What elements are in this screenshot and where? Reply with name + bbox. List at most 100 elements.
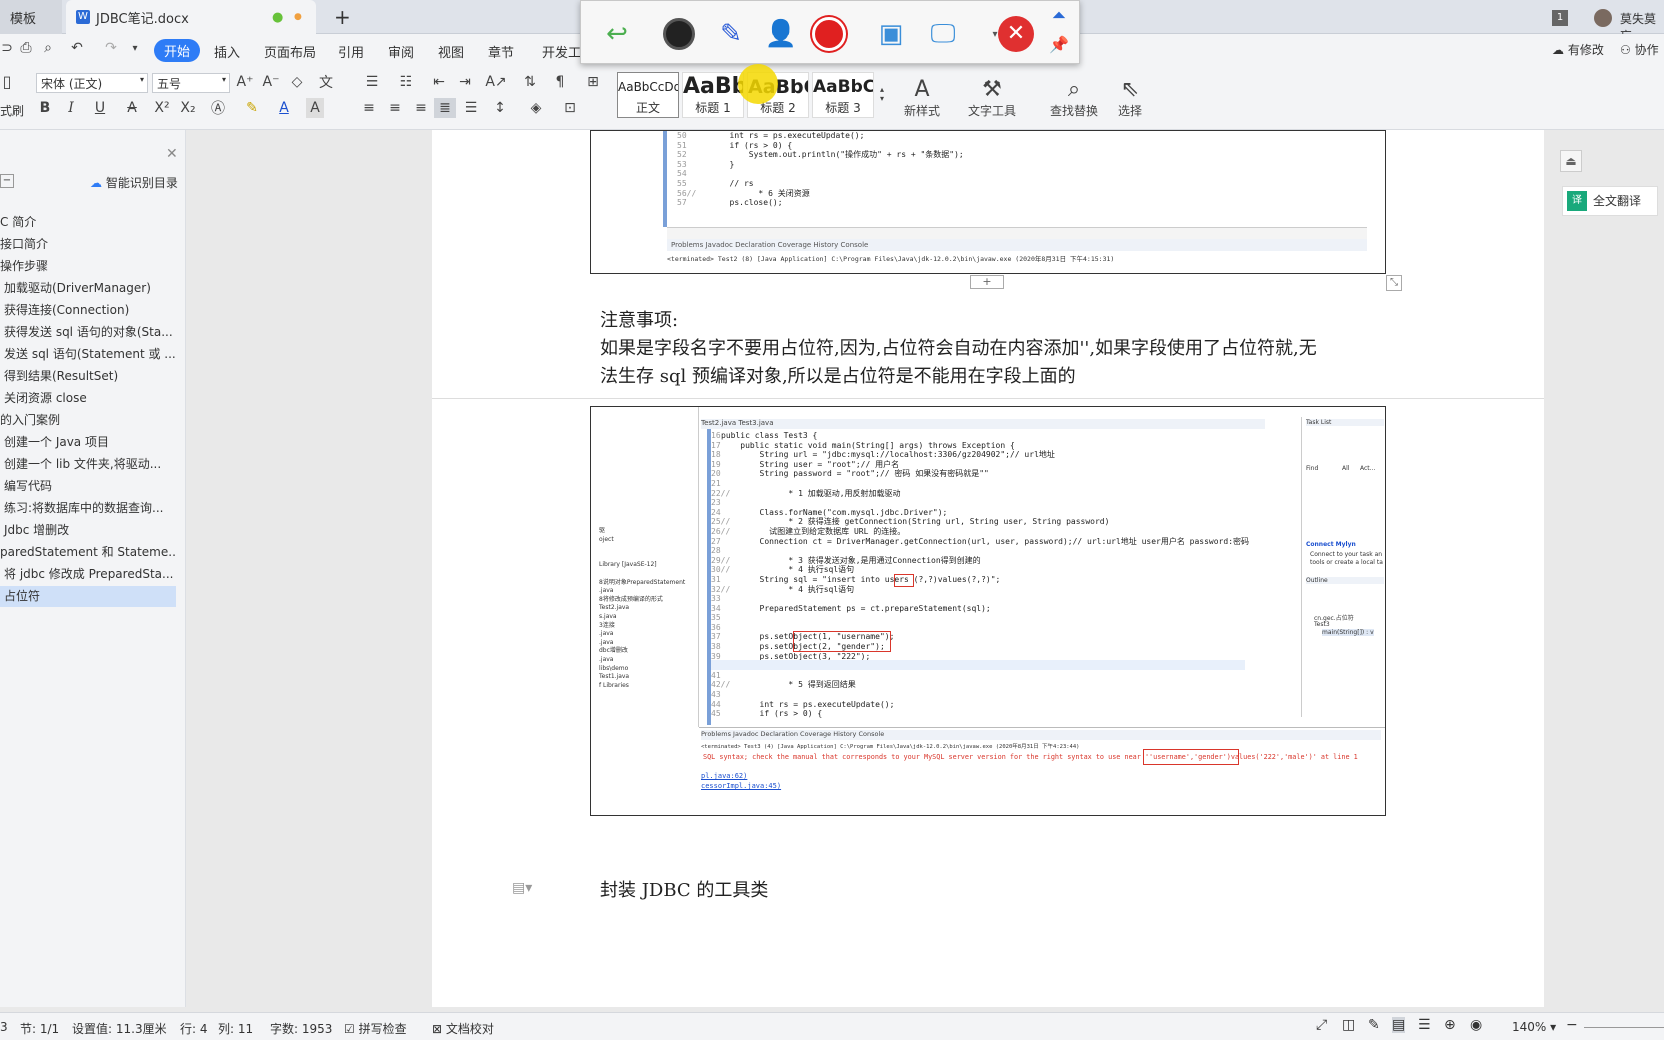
toc-item[interactable]: Jdbc 增删改 [0, 520, 176, 541]
outline-view-icon[interactable]: ☰ [1418, 1017, 1431, 1033]
menu-review[interactable]: 审阅 [388, 42, 414, 61]
borders-icon[interactable]: ⊡ [558, 98, 582, 118]
toc-item[interactable]: 得到结果(ResultSet) [0, 366, 176, 387]
act-label[interactable]: Act... [1360, 465, 1375, 472]
console-link-1[interactable]: pl.java:62) [701, 772, 747, 780]
toc-item[interactable]: 占位符 [0, 586, 176, 607]
zoom-out-icon[interactable]: − [1566, 1017, 1578, 1033]
toc-item[interactable]: 创建一个 Java 项目 [0, 432, 176, 453]
edit-mode-icon[interactable]: ✎ [1368, 1017, 1380, 1033]
bullet-list-icon[interactable]: ☰ [360, 72, 384, 92]
style-normal[interactable]: AaBbCcDd 正文 [617, 72, 679, 118]
outline-item[interactable]: main(String[]) : v [1322, 629, 1374, 636]
underline-icon[interactable]: U [88, 98, 112, 118]
status-setting[interactable]: 设置值: 11.3厘米 [72, 1020, 167, 1037]
zoom-slider[interactable] [1584, 1027, 1664, 1028]
toc-item[interactable]: 编写代码 [0, 476, 176, 497]
toc-item[interactable]: paredStatement 和 Stateme... [0, 542, 176, 563]
menu-page-layout[interactable]: 页面布局 [264, 42, 316, 61]
fullscreen-icon[interactable]: ⤢ [1316, 1017, 1327, 1033]
increase-indent-icon[interactable]: ⇥ [456, 72, 474, 92]
tab-template[interactable]: 模板 [0, 0, 62, 34]
strikethrough-icon[interactable]: A [120, 98, 144, 118]
toc-item[interactable]: 获得连接(Connection) [0, 300, 176, 321]
collab-button[interactable]: ⚇ 协作 [1620, 41, 1659, 58]
console-link-2[interactable]: cessorImpl.java:45) [701, 782, 781, 790]
add-below-icon[interactable]: + [970, 275, 1004, 289]
collapse-panel-icon[interactable]: ⏏ [1560, 150, 1582, 172]
quick-access-chevron-icon[interactable]: ▾ [128, 40, 142, 56]
shrink-font-icon[interactable]: A⁻ [262, 72, 280, 92]
grow-font-icon[interactable]: A⁺ [236, 72, 254, 92]
select-button[interactable]: ⇖ 选择 [1110, 70, 1150, 126]
has-changes-button[interactable]: ☁ 有修改 [1552, 41, 1604, 58]
translate-button[interactable]: 译全文翻译 [1562, 186, 1658, 216]
new-style-button[interactable]: A 新样式 [896, 70, 948, 126]
toc-item[interactable]: 获得发送 sql 语句的对象(Sta... [0, 322, 176, 343]
line-spacing-icon[interactable]: ↕ [488, 98, 512, 118]
menu-view[interactable]: 视图 [438, 42, 464, 61]
subscript-icon[interactable]: X₂ [178, 98, 198, 118]
toc-item[interactable]: 操作步骤 [0, 256, 176, 277]
find-label[interactable]: Find [1306, 465, 1318, 472]
editor-tabs[interactable]: Test2.java Test3.java [701, 419, 1265, 429]
print-icon[interactable]: ⎙ [18, 40, 34, 56]
redo-icon[interactable]: ↷ [102, 40, 120, 56]
console-tabs[interactable]: Problems Javadoc Declaration Coverage Hi… [701, 730, 1381, 740]
toc-item[interactable]: C 简介 [0, 212, 176, 233]
close-icon[interactable]: ✕ [166, 146, 178, 162]
monitor-icon[interactable]: 🖵 [923, 15, 963, 53]
web-view-icon[interactable]: ⊕ [1444, 1017, 1456, 1033]
toc-item[interactable]: 创建一个 lib 文件夹,将驱动... [0, 454, 176, 475]
menu-developer[interactable]: 开发工 [542, 42, 581, 61]
print-preview-icon[interactable]: ⌕ [40, 40, 56, 56]
menu-home[interactable]: 开始 [154, 39, 201, 62]
bold-icon[interactable]: B [36, 98, 54, 118]
pin-icon[interactable]: 📌 [1043, 35, 1075, 61]
fullscreen-icon[interactable]: ▣ [871, 15, 911, 53]
toc-item[interactable]: 加载驱动(DriverManager) [0, 278, 176, 299]
format-painter-label[interactable]: 式刷 [0, 102, 24, 119]
align-right-icon[interactable]: ≡ [412, 98, 430, 118]
paste-icon[interactable]: ▯ [0, 70, 14, 92]
menu-insert[interactable]: 插入 [214, 42, 240, 61]
italic-icon[interactable]: I [62, 98, 80, 118]
highlight-icon[interactable]: ✎ [240, 98, 264, 118]
folder-icon[interactable]: ⊃ [0, 40, 14, 56]
numbered-list-icon[interactable]: ☷ [394, 72, 418, 92]
ai-toc-button[interactable]: ☁ 智能识别目录 [90, 174, 178, 191]
align-center-icon[interactable]: ≡ [386, 98, 404, 118]
read-mode-icon[interactable]: ◫ [1342, 1017, 1355, 1033]
justify-icon[interactable]: ≣ [434, 98, 456, 118]
text-tools-button[interactable]: ⚒ 文字工具 [962, 70, 1022, 126]
shading-icon[interactable]: ◈ [524, 98, 548, 118]
toc-item[interactable]: 的入门案例 [0, 410, 176, 431]
toc-item[interactable]: 发送 sql 语句(Statement 或 ... [0, 344, 176, 365]
undo-icon[interactable]: ↶ [68, 40, 86, 56]
collapse-all-icon[interactable]: − [0, 174, 14, 188]
distribute-icon[interactable]: ☰ [462, 98, 480, 118]
sort-icon[interactable]: ⇅ [520, 72, 540, 92]
toc-item[interactable]: 将 jdbc 修改成 PreparedSta... [0, 564, 176, 585]
find-replace-button[interactable]: ⌕ 查找替换 [1042, 70, 1106, 126]
toc-item[interactable]: 接口简介 [0, 234, 176, 255]
paragraph-menu-icon[interactable]: ▤▾ [512, 880, 532, 896]
connect-mylyn[interactable]: Connect Mylyn [1306, 541, 1356, 548]
styles-scroll-icon[interactable]: ▴ ▾ [876, 74, 888, 114]
avatar[interactable] [1594, 9, 1612, 27]
decrease-indent-icon[interactable]: ⇤ [430, 72, 448, 92]
clear-format-icon[interactable]: ◇ [288, 72, 306, 92]
menu-chapter[interactable]: 章节 [488, 42, 514, 61]
table-borders-icon[interactable]: ⊞ [584, 72, 602, 92]
char-shading-icon[interactable]: A [306, 98, 324, 118]
presenter-icon[interactable]: 👤 [761, 15, 801, 53]
text-direction-icon[interactable]: A↗ [484, 72, 508, 92]
menu-references[interactable]: 引用 [338, 42, 364, 61]
outline-item[interactable]: Test3 [1314, 621, 1330, 628]
pinyin-icon[interactable]: 文 [314, 72, 338, 92]
status-words[interactable]: 字数: 1953 [270, 1020, 332, 1037]
pen-icon[interactable]: ✎ [711, 15, 751, 53]
new-tab-button[interactable]: + [324, 0, 361, 34]
font-name-select[interactable]: 宋体 (正文) ▾ [36, 73, 148, 93]
toc-item[interactable]: 练习:将数据库中的数据查询... [0, 498, 176, 519]
